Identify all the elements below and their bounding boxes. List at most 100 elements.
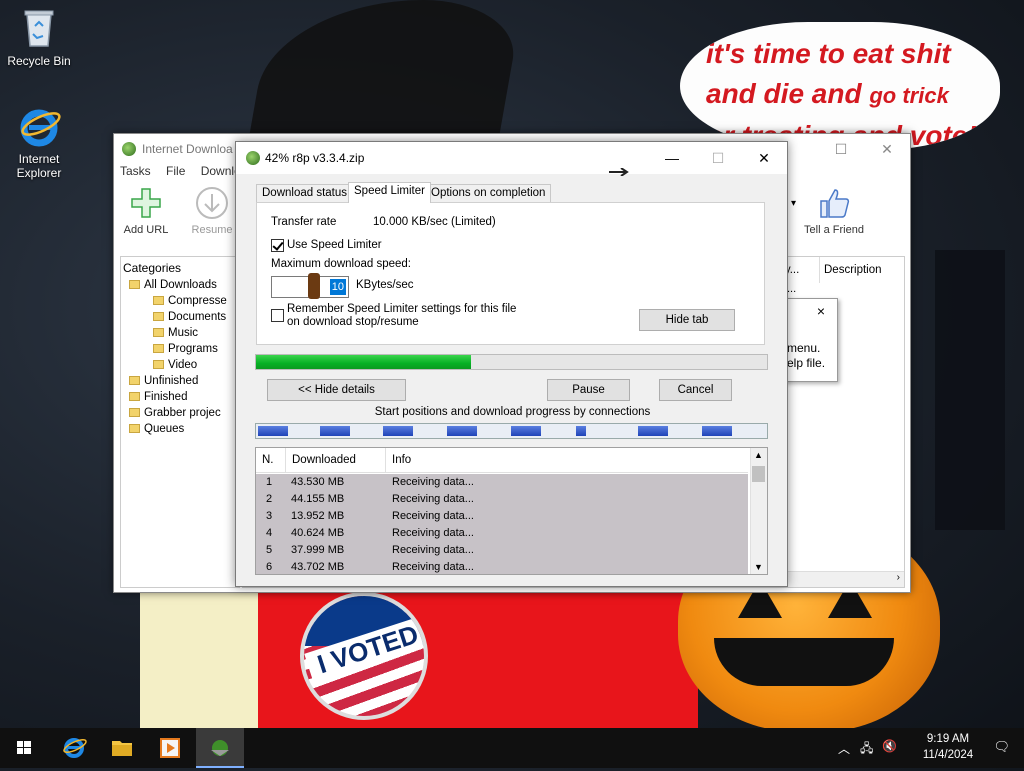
popup-close-icon[interactable]: × xyxy=(817,303,825,319)
cursor-figure-icon xyxy=(308,273,320,299)
max-speed-label: Maximum download speed: xyxy=(271,258,411,270)
scroll-up-icon[interactable]: ▲ xyxy=(754,450,763,460)
connection-row[interactable]: 6 43.702 MB Receiving data... xyxy=(256,559,748,574)
close-button[interactable]: ✕ xyxy=(741,142,787,174)
column-header-number[interactable]: N. xyxy=(256,448,286,473)
category-item[interactable]: Finished xyxy=(123,389,237,405)
connection-row[interactable]: 4 40.624 MB Receiving data... xyxy=(256,525,748,542)
queue-folder-icon xyxy=(129,424,140,433)
taskbar-file-explorer[interactable] xyxy=(98,728,146,768)
max-speed-input[interactable]: 10 xyxy=(271,273,349,299)
connection-row[interactable]: 5 37.999 MB Receiving data... xyxy=(256,542,748,559)
scroll-down-icon[interactable]: ▼ xyxy=(754,562,763,572)
tab-options-on-completion[interactable]: Options on completion xyxy=(425,184,552,202)
archive-icon xyxy=(153,296,164,305)
progress-fill xyxy=(256,355,471,369)
network-icon[interactable]: 🖧 xyxy=(860,739,873,760)
plus-icon xyxy=(129,186,163,220)
tab-speed-limiter[interactable]: Speed Limiter xyxy=(348,182,431,203)
wallpaper-speech-bubble: it's time to eat shit and die and go tri… xyxy=(680,22,1000,150)
connection-number: 6 xyxy=(266,561,273,573)
connection-number: 5 xyxy=(266,544,273,556)
category-item[interactable]: Grabber projec xyxy=(123,405,237,421)
connection-info: Receiving data... xyxy=(392,510,474,522)
menu-tasks[interactable]: Tasks xyxy=(120,164,151,178)
column-header-downloaded[interactable]: Downloaded xyxy=(286,448,386,473)
connection-downloaded: 43.530 MB xyxy=(291,476,345,488)
download-arrow-icon xyxy=(195,186,229,220)
bubble-line-1: it's time to eat shit xyxy=(706,38,951,69)
volume-muted-icon[interactable]: 🔇 xyxy=(882,739,897,753)
close-button[interactable]: ✕ xyxy=(864,134,910,164)
maximize-button[interactable]: ☐ xyxy=(695,142,741,174)
program-icon xyxy=(153,344,164,353)
connection-row[interactable]: 1 43.530 MB Receiving data... xyxy=(256,474,748,491)
remember-settings-label-2: on download stop/resume xyxy=(287,316,419,328)
clock-date: 11/4/2024 xyxy=(922,749,974,761)
check-folder-icon xyxy=(129,392,140,401)
recycle-bin-label: Recycle Bin xyxy=(7,54,71,68)
taskbar-media-player[interactable] xyxy=(146,728,194,768)
tray-chevron-up-icon[interactable]: ︿ xyxy=(838,740,850,757)
wallpaper-house xyxy=(935,250,1005,530)
category-label: Music xyxy=(168,327,199,339)
category-item[interactable]: Programs xyxy=(123,341,237,357)
video-icon xyxy=(153,360,164,369)
category-item[interactable]: Compresse xyxy=(123,293,237,309)
category-item[interactable]: Video xyxy=(123,357,237,373)
list-row-partial: ... xyxy=(787,283,797,295)
hide-tab-button[interactable]: Hide tab xyxy=(639,309,735,331)
tab-download-status[interactable]: Download status xyxy=(256,184,354,202)
popup-text-2: elp file. xyxy=(787,356,826,370)
connection-row[interactable]: 2 44.155 MB Receiving data... xyxy=(256,491,748,508)
connections-progress-bar xyxy=(255,423,768,439)
connection-info: Receiving data... xyxy=(392,544,474,556)
remember-settings-label-1: Remember Speed Limiter settings for this… xyxy=(287,303,517,315)
column-header-description[interactable]: Description xyxy=(819,257,882,283)
scroll-right-icon[interactable]: › xyxy=(897,572,900,583)
connection-info: Receiving data... xyxy=(392,561,474,573)
category-item[interactable]: All Downloads xyxy=(123,277,237,293)
dialog-titlebar[interactable]: 42% r8p v3.3.4.zip — ☐ ✕ xyxy=(236,142,787,177)
category-label: All Downloads xyxy=(144,279,217,291)
taskbar-internet-explorer[interactable] xyxy=(50,728,98,768)
connections-caption: Start positions and download progress by… xyxy=(374,406,651,418)
thumbs-up-icon xyxy=(817,186,851,220)
category-item[interactable]: Queues xyxy=(123,421,237,437)
hide-details-button[interactable]: << Hide details xyxy=(267,379,406,401)
popup-text-1: menu. xyxy=(787,341,821,355)
column-header-info[interactable]: Info xyxy=(386,448,748,473)
taskbar-idm[interactable] xyxy=(196,728,244,768)
clock[interactable]: 9:19 AM 11/4/2024 xyxy=(918,731,978,763)
pause-button[interactable]: Pause xyxy=(547,379,630,401)
idm-logo-icon xyxy=(211,740,229,756)
desktop-icon-internet-explorer[interactable]: Internet Explorer xyxy=(0,104,78,180)
cancel-button[interactable]: Cancel xyxy=(659,379,732,401)
minimize-button[interactable]: — xyxy=(649,142,695,174)
start-button[interactable] xyxy=(0,728,48,768)
vertical-scrollbar[interactable]: ▲ ▼ xyxy=(750,448,767,574)
add-url-button[interactable]: Add URL xyxy=(114,186,178,236)
connection-downloaded: 43.702 MB xyxy=(291,561,345,573)
remember-settings-checkbox[interactable] xyxy=(271,309,284,322)
desktop-icon-recycle-bin[interactable]: Recycle Bin xyxy=(0,6,78,68)
category-item[interactable]: Documents xyxy=(123,309,237,325)
connections-table[interactable]: N. Downloaded Info 1 43.530 MB Receiving d… xyxy=(255,447,768,575)
menu-file[interactable]: File xyxy=(166,164,185,178)
maximize-button[interactable]: ☐ xyxy=(818,134,864,164)
tell-a-friend-button[interactable]: Tell a Friend xyxy=(802,186,866,236)
connection-downloaded: 37.999 MB xyxy=(291,544,345,556)
download-progress-dialog[interactable]: 42% r8p v3.3.4.zip — ☐ ✕ Download status… xyxy=(235,141,788,587)
category-label: Unfinished xyxy=(144,375,199,387)
notifications-icon[interactable]: 🗨 xyxy=(993,739,1010,755)
scrollbar-thumb[interactable] xyxy=(752,466,765,482)
toolbar-more-arrow[interactable]: ▾ xyxy=(791,198,796,209)
internet-explorer-label: Internet Explorer xyxy=(16,152,62,180)
speed-limiter-panel: Transfer rate 10.000 KB/sec (Limited) Us… xyxy=(256,202,765,345)
category-item[interactable]: Music xyxy=(123,325,237,341)
connection-row[interactable]: 3 13.952 MB Receiving data... xyxy=(256,508,748,525)
connection-number: 4 xyxy=(266,527,273,539)
connection-number: 1 xyxy=(266,476,273,488)
use-speed-limiter-checkbox[interactable] xyxy=(271,239,284,252)
category-item[interactable]: Unfinished xyxy=(123,373,237,389)
